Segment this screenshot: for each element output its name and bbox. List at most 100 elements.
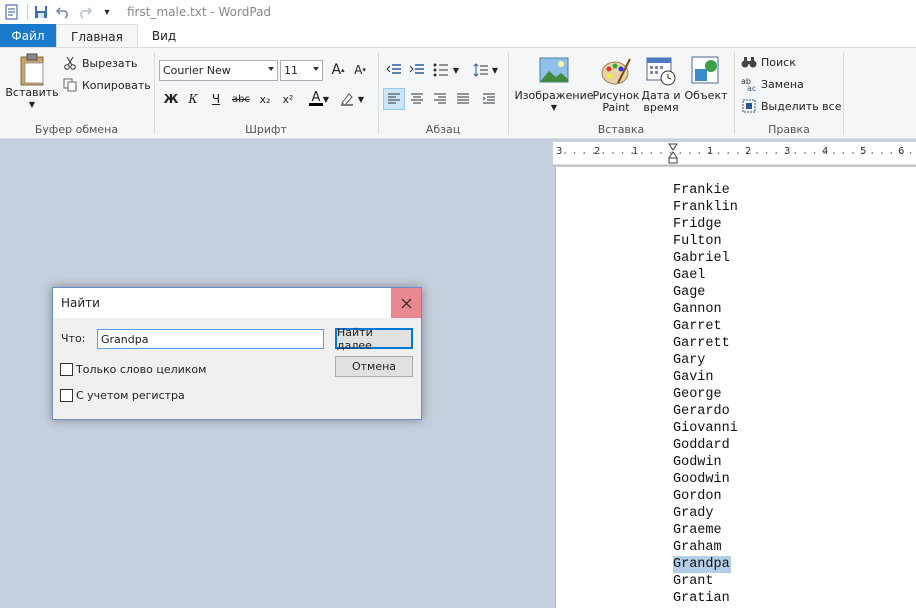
document-line[interactable]: Grant (673, 573, 738, 590)
font-size-combo[interactable]: 11 (280, 60, 323, 81)
date-time-label-line2: время (643, 101, 679, 114)
save-icon[interactable] (31, 2, 51, 22)
redo-icon[interactable] (75, 2, 95, 22)
undo-icon[interactable] (53, 2, 73, 22)
chevron-down-icon[interactable]: ▼ (490, 59, 500, 81)
ruler-tick-label: 1 (707, 146, 714, 157)
document-line[interactable]: Gordon (673, 488, 738, 505)
bold-button[interactable]: Ж (160, 88, 182, 110)
shrink-font-icon[interactable]: A ▾ (349, 59, 371, 81)
insert-object-button[interactable]: Объект (683, 55, 729, 102)
document-line[interactable]: Gael (673, 267, 738, 284)
copy-button[interactable]: Копировать (62, 75, 151, 95)
find-dialog: Найти Что: Grandpa Найти далее Отмена То… (52, 287, 422, 420)
justify-icon[interactable] (452, 88, 474, 110)
ruler-dot (641, 152, 643, 154)
increase-indent-icon[interactable] (406, 59, 428, 81)
document-line[interactable]: Giovanni (673, 420, 738, 437)
superscript-button[interactable]: x² (277, 88, 299, 110)
grow-font-icon[interactable]: A ▴ (327, 59, 349, 81)
document-line[interactable]: Garret (673, 318, 738, 335)
document-line[interactable]: Goddard (673, 437, 738, 454)
tab-home[interactable]: Главная (56, 24, 138, 48)
document-line[interactable]: Gary (673, 352, 738, 369)
cut-button[interactable]: Вырезать (62, 53, 137, 73)
insert-image-button[interactable]: Изображение ▼ (513, 55, 595, 114)
line-spacing-icon[interactable] (470, 59, 492, 81)
line-text: Gary (673, 353, 706, 368)
document-line[interactable]: George (673, 386, 738, 403)
wordpad-app-icon[interactable] (2, 2, 22, 22)
find-what-input[interactable]: Grandpa (97, 329, 324, 349)
document-line[interactable]: Gratian (673, 590, 738, 607)
align-left-icon[interactable] (383, 88, 405, 110)
bullet-list-icon[interactable] (430, 59, 452, 81)
close-button[interactable] (391, 288, 421, 318)
strikethrough-button[interactable]: abc (228, 88, 254, 110)
paste-button[interactable]: Вставить ▼ (5, 53, 59, 111)
calendar-clock-icon (646, 57, 676, 86)
match-case-checkbox[interactable]: С учетом регистра (60, 389, 185, 402)
scissors-icon (62, 55, 78, 71)
document-line[interactable]: Graham (673, 539, 738, 556)
underline-button[interactable]: Ч (205, 88, 227, 110)
chevron-down-icon[interactable]: ▼ (356, 88, 366, 110)
ruler-tick-label: 3 (556, 146, 563, 157)
ruler-dot (717, 152, 720, 154)
replace-button[interactable]: ab ac Замена (741, 74, 804, 94)
whole-word-checkbox[interactable]: Только слово целиком (60, 363, 206, 376)
font-group: Courier New 11 A ▴ A ▾ Ж К Ч abc x₂ x² A ▼… (155, 48, 377, 139)
ruler-dot (890, 152, 893, 154)
close-icon (401, 298, 411, 308)
find-button[interactable]: Поиск (741, 52, 796, 72)
line-text: Garrett (673, 336, 730, 351)
align-right-icon[interactable] (429, 88, 451, 110)
document-line[interactable]: Gannon (673, 301, 738, 318)
document-text[interactable]: Frankie Franklin Fridge Fulton Gabriel Gael Ga… (673, 182, 738, 607)
line-text: Gerardo (673, 404, 730, 419)
document-line[interactable]: Godwin (673, 454, 738, 471)
ruler-dot (842, 152, 845, 154)
chevron-down-icon[interactable]: ▼ (321, 88, 331, 110)
decrease-indent-icon[interactable] (383, 59, 405, 81)
line-text: Fridge (673, 217, 722, 232)
date-time-button[interactable]: Дата и время (640, 55, 682, 114)
align-center-icon[interactable] (406, 88, 428, 110)
document-line[interactable]: Fulton (673, 233, 738, 250)
ruler[interactable]: 3 2 1 1 2 3 4 5 6 (553, 142, 916, 166)
select-all-button[interactable]: Выделить все (741, 96, 841, 116)
paint-drawing-button[interactable]: Рисунок Paint (593, 55, 639, 114)
select-all-icon (741, 98, 757, 114)
customize-qat-icon[interactable]: ▾ (97, 2, 117, 22)
cancel-button[interactable]: Отмена (335, 356, 413, 377)
document-line[interactable]: Grandpa (673, 556, 738, 573)
document-line[interactable]: Grady (673, 505, 738, 522)
ruler-dot (679, 152, 681, 154)
document-line[interactable]: Gavin (673, 369, 738, 386)
document-line[interactable]: Gage (673, 284, 738, 301)
highlight-pen-icon[interactable] (336, 88, 358, 110)
document-line[interactable]: Graeme (673, 522, 738, 539)
tab-view[interactable]: Вид (138, 24, 190, 48)
chevron-down-icon[interactable]: ▼ (451, 59, 461, 81)
subscript-button[interactable]: x₂ (254, 88, 276, 110)
font-family-combo[interactable]: Courier New (159, 60, 278, 81)
paste-dropdown-icon[interactable]: ▼ (29, 99, 35, 111)
ruler-dot (602, 152, 605, 154)
paragraph-settings-icon[interactable] (478, 88, 500, 110)
document-line[interactable]: Gabriel (673, 250, 738, 267)
find-next-button[interactable]: Найти далее (335, 326, 413, 352)
tab-file[interactable]: Файл (0, 24, 56, 48)
document-line[interactable]: Garrett (673, 335, 738, 352)
ruler-dot (583, 152, 585, 154)
document-line[interactable]: Goodwin (673, 471, 738, 488)
document-line[interactable]: Fridge (673, 216, 738, 233)
document-line[interactable]: Franklin (673, 199, 738, 216)
line-text: George (673, 387, 722, 402)
find-dialog-titlebar[interactable]: Найти (53, 288, 421, 318)
document-line[interactable]: Gerardo (673, 403, 738, 420)
chevron-down-icon (313, 67, 319, 71)
document-line[interactable]: Frankie (673, 182, 738, 199)
italic-button[interactable]: К (182, 88, 204, 110)
ribbon: Вставить ▼ Вырезать Копировать Буфер обм… (0, 47, 916, 139)
